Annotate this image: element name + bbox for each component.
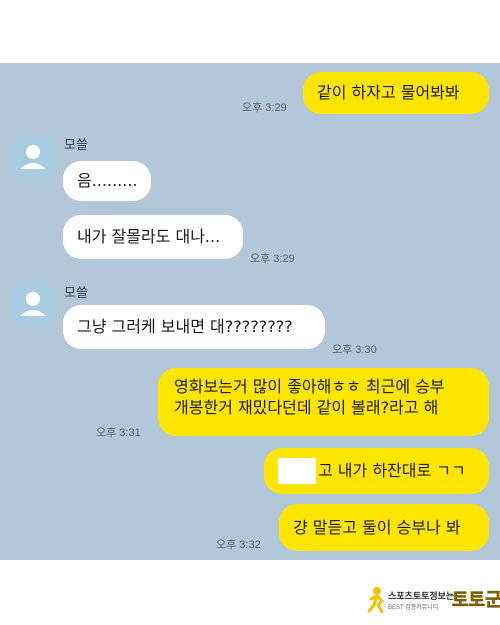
message-text-line: 영화보는거 많이 좋아해ㅎㅎ 최근에 승부 <box>174 377 445 396</box>
message-bubble-incoming[interactable]: 내가 잘몰라도 대나... <box>63 215 243 259</box>
message-time: 오후 3:32 <box>216 539 261 551</box>
default-profile-icon <box>20 292 46 316</box>
default-profile-icon <box>20 145 46 169</box>
watermark-subtitle: BEST 검증커뮤니티 <box>388 605 439 611</box>
runner-logo-icon <box>367 587 385 614</box>
message-bubble-incoming[interactable]: 그냥 그러케 보내면 대???????? <box>63 305 325 349</box>
site-watermark: 스포츠토토정보는 BEST 검증커뮤니티 토토군 <box>366 583 500 615</box>
message-time: 오후 3:29 <box>242 102 287 114</box>
chat-area[interactable]: 오후 3:29 같이 하자고 물어봐봐 모쓸 음......... 내가 잘몰라… <box>0 63 500 560</box>
redaction-mark <box>278 458 316 484</box>
message-bubble-outgoing[interactable]: 영화보는거 많이 좋아해ㅎㅎ 최근에 승부 개봉한거 재밌다던데 같이 볼래?라… <box>158 368 489 436</box>
message-bubble-outgoing[interactable]: 걍 말듣고 둘이 승부나 봐 <box>279 504 489 551</box>
watermark-brand: 토토군 <box>452 590 500 612</box>
sender-name: 모쓸 <box>64 137 88 152</box>
message-text: 음......... <box>77 171 138 190</box>
message-text-line: 개봉한거 재밌다던데 같이 볼래?라고 해 <box>174 398 439 417</box>
message-text: 같이 하자고 물어봐봐 <box>317 83 460 102</box>
message-time: 오후 3:31 <box>96 427 141 439</box>
message-text: 고 내가 하잔대로 ㄱㄱ <box>318 461 466 480</box>
avatar[interactable] <box>11 135 55 179</box>
message-bubble-outgoing[interactable]: 고 내가 하잔대로 ㄱㄱ <box>264 448 489 494</box>
avatar[interactable] <box>11 282 55 326</box>
watermark-tagline: 스포츠토토정보는 <box>388 591 455 601</box>
message-bubble-outgoing[interactable]: 같이 하자고 물어봐봐 <box>303 72 489 114</box>
message-bubble-incoming[interactable]: 음......... <box>63 161 151 201</box>
message-text: 그냥 그러케 보내면 대???????? <box>77 317 293 336</box>
message-text: 걍 말듣고 둘이 승부나 봐 <box>293 517 461 537</box>
sender-name: 모쓸 <box>64 285 88 300</box>
message-time: 오후 3:29 <box>250 253 295 265</box>
message-time: 오후 3:30 <box>332 344 377 356</box>
message-text: 내가 잘몰라도 대나... <box>77 227 221 246</box>
